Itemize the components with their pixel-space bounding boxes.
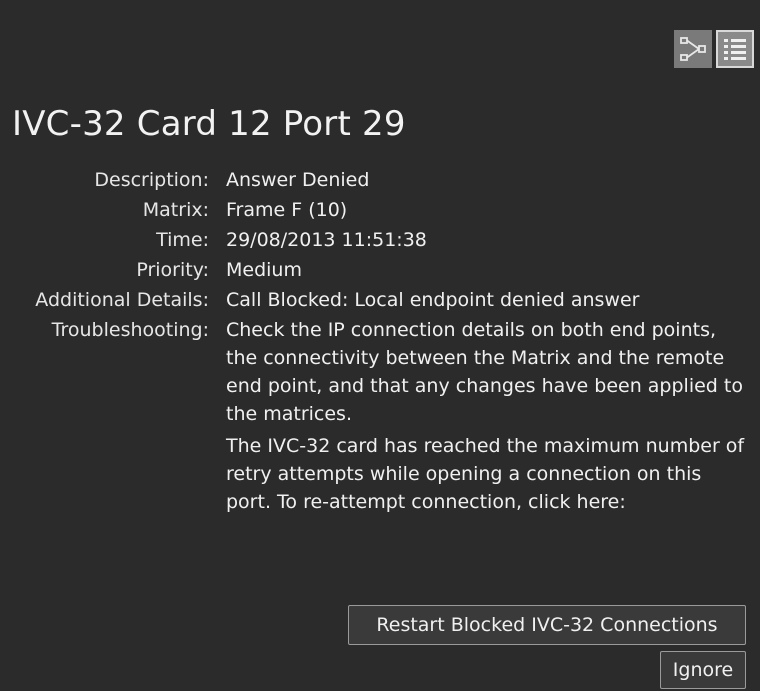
priority-row: Priority: Medium — [0, 256, 760, 284]
time-label: Time: — [156, 229, 209, 251]
additional-details-label: Additional Details: — [35, 289, 209, 311]
troubleshooting-label: Troubleshooting: — [51, 319, 209, 341]
matrix-value: Frame F (10) — [226, 199, 348, 221]
troubleshooting-paragraph: Check the IP connection details on both … — [226, 319, 743, 425]
alarm-title: IVC-32 Card 12 Port 29 — [12, 104, 406, 144]
list-view-icon — [724, 39, 746, 60]
description-value: Answer Denied — [226, 169, 370, 191]
alarm-details-panel: IVC-32 Card 12 Port 29 Description: Answ… — [0, 0, 760, 691]
retry-paragraph: The IVC-32 card has reached the maximum … — [226, 435, 745, 513]
topology-graph-icon — [680, 37, 706, 61]
topology-view-button[interactable] — [674, 30, 712, 68]
time-row: Time: 29/08/2013 11:51:38 — [0, 226, 760, 254]
priority-value: Medium — [226, 259, 302, 281]
matrix-row: Matrix: Frame F (10) — [0, 196, 760, 224]
description-row: Description: Answer Denied — [0, 166, 760, 194]
list-view-button[interactable] — [716, 30, 754, 68]
priority-label: Priority: — [136, 259, 209, 281]
additional-details-value: Call Blocked: Local endpoint denied answ… — [226, 289, 640, 311]
troubleshooting-value: Check the IP connection details on both … — [226, 316, 752, 520]
restart-blocked-connections-button[interactable]: Restart Blocked IVC-32 Connections — [348, 605, 746, 645]
matrix-label: Matrix: — [142, 199, 209, 221]
details-list: Description: Answer Denied Matrix: Frame… — [0, 166, 760, 522]
description-label: Description: — [94, 169, 209, 191]
troubleshooting-row: Troubleshooting: Check the IP connection… — [0, 316, 760, 520]
additional-details-row: Additional Details: Call Blocked: Local … — [0, 286, 760, 314]
view-toggle — [674, 30, 754, 68]
ignore-button[interactable]: Ignore — [660, 651, 746, 689]
time-value: 29/08/2013 11:51:38 — [226, 229, 427, 251]
